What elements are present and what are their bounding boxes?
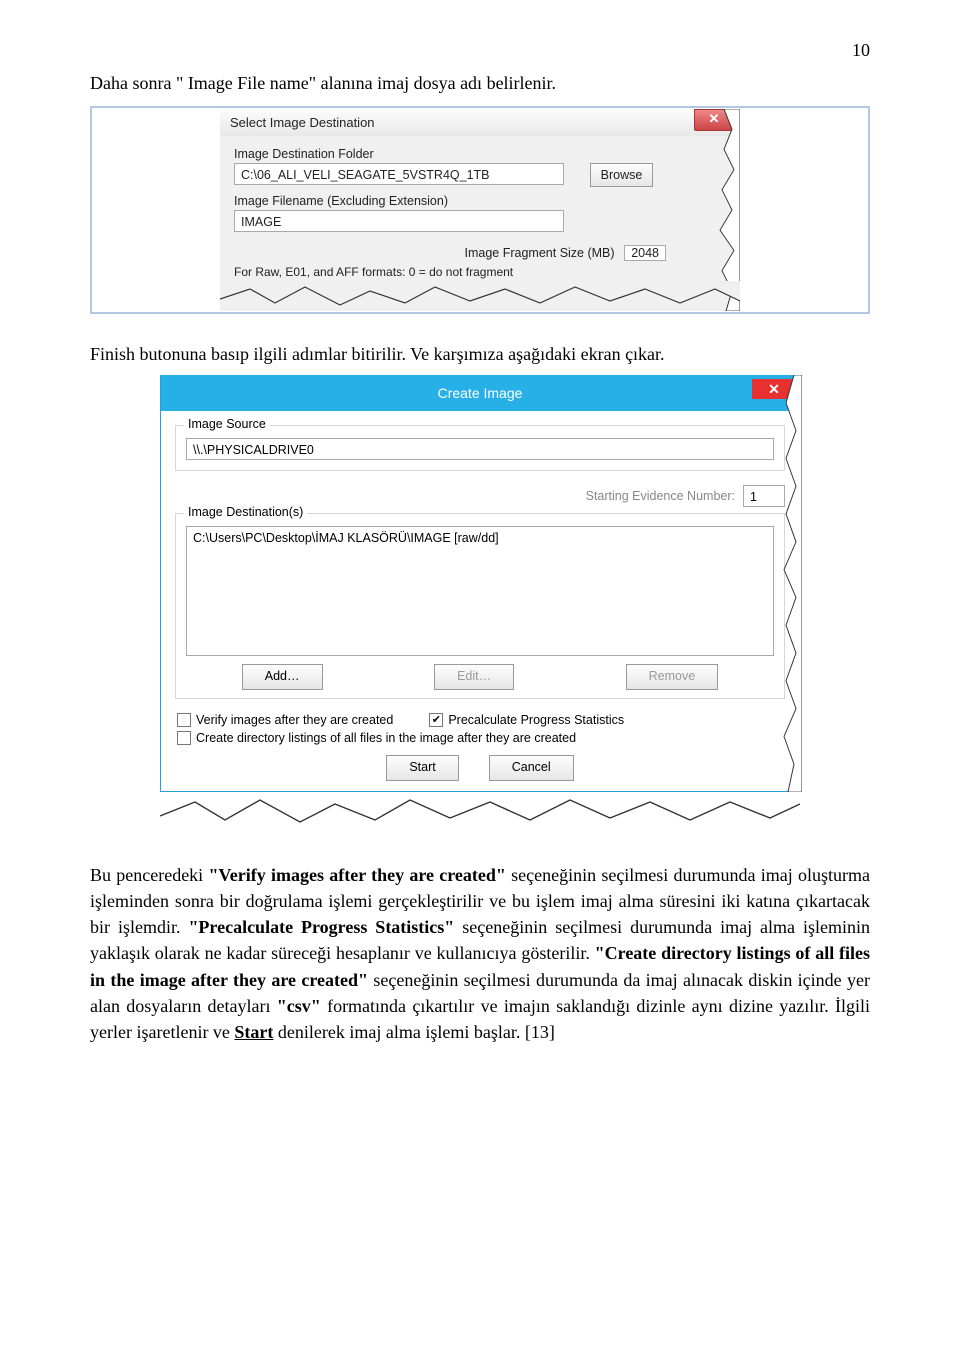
precalc-checkbox[interactable]: ✔ Precalculate Progress Statistics <box>429 713 624 727</box>
verify-checkbox-label: Verify images after they are created <box>196 713 393 727</box>
filename-label: Image Filename (Excluding Extension) <box>234 194 448 208</box>
screenshot-create-image: Create Image ✕ Image Source \\.\PHYSICAL… <box>160 375 800 832</box>
verify-checkbox[interactable]: Verify images after they are created <box>177 713 393 727</box>
list-item[interactable]: C:\Users\PC\Desktop\İMAJ KLASÖRÜ\IMAGE [… <box>193 531 767 545</box>
image-source-input[interactable]: \\.\PHYSICALDRIVE0 <box>186 438 774 460</box>
screenshot-select-image-destination: ✕ Select Image Destination Image Destina… <box>90 106 870 314</box>
evidence-number-label: Starting Evidence Number: <box>586 489 735 503</box>
filename-input[interactable]: IMAGE <box>234 210 564 232</box>
start-button[interactable]: Start <box>386 755 458 781</box>
image-destinations-fieldset: Image Destination(s) C:\Users\PC\Desktop… <box>175 513 785 699</box>
folder-label: Image Destination Folder <box>234 147 374 161</box>
page-number: 10 <box>90 40 870 61</box>
cancel-button[interactable]: Cancel <box>489 755 574 781</box>
fragment-size-hint: For Raw, E01, and AFF formats: 0 = do no… <box>234 265 513 279</box>
edit-button[interactable]: Edit… <box>434 664 514 690</box>
folder-input[interactable]: C:\06_ALI_VELI_SEAGATE_5VSTR4Q_1TB <box>234 163 564 185</box>
dirlist-checkbox-label: Create directory listings of all files i… <box>196 731 576 745</box>
image-source-fieldset: Image Source \\.\PHYSICALDRIVE0 <box>175 425 785 471</box>
add-button[interactable]: Add… <box>242 664 323 690</box>
checkbox-icon <box>177 713 191 727</box>
intro-text: Daha sonra " Image File name" alanına im… <box>90 71 870 96</box>
evidence-number-input[interactable]: 1 <box>743 485 785 507</box>
precalc-checkbox-label: Precalculate Progress Statistics <box>448 713 624 727</box>
dialog-title: Create Image ✕ <box>161 375 799 411</box>
image-source-legend: Image Source <box>184 417 270 431</box>
fragment-size-label: Image Fragment Size (MB) <box>465 246 615 260</box>
image-destinations-legend: Image Destination(s) <box>184 505 307 519</box>
dialog-title: Select Image Destination <box>220 109 740 136</box>
checkbox-icon <box>177 731 191 745</box>
fragment-size-input[interactable]: 2048 <box>624 245 666 261</box>
browse-button[interactable]: Browse <box>590 163 654 187</box>
explanation-paragraph: Bu penceredeki "Verify images after they… <box>90 862 870 1045</box>
remove-button[interactable]: Remove <box>626 664 719 690</box>
dirlist-checkbox[interactable]: Create directory listings of all files i… <box>177 731 783 745</box>
destination-list[interactable]: C:\Users\PC\Desktop\İMAJ KLASÖRÜ\IMAGE [… <box>186 526 774 656</box>
checkbox-checked-icon: ✔ <box>429 713 443 727</box>
after-dialog1-text: Finish butonuna basıp ilgili adımlar bit… <box>90 344 870 365</box>
